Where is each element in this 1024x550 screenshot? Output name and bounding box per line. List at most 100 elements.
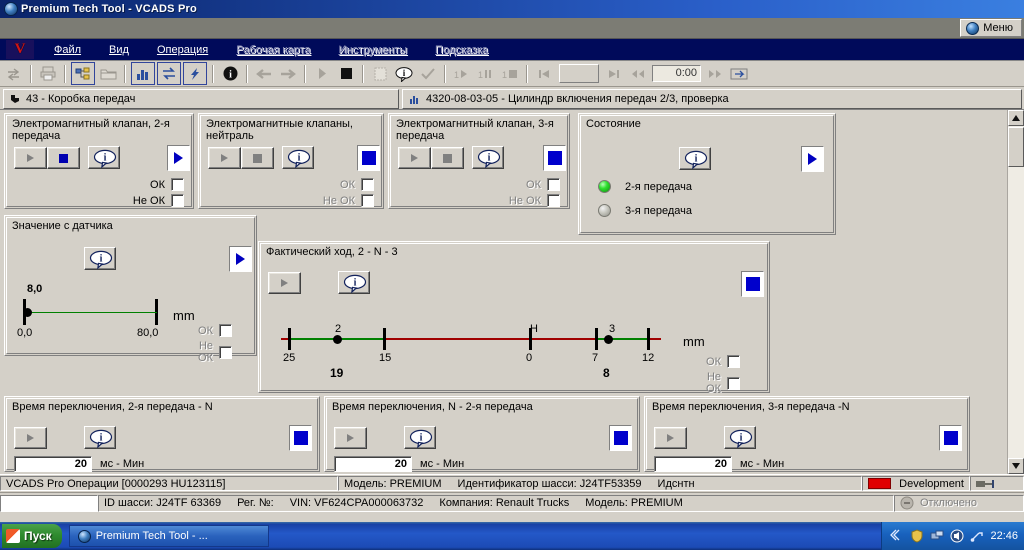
info-bubble-icon-solenoid-neutral[interactable]: i <box>282 146 314 169</box>
panel-actual-travel: Фактический ход, 2 - N - 3 i 2 H 3 25 15… <box>258 241 770 395</box>
travel-marker-right <box>604 335 613 344</box>
notok-label-solenoid-3rd: Не ОК <box>508 194 541 207</box>
notok-checkbox-solenoid-3rd[interactable] <box>547 194 560 207</box>
stop-button-solenoid-2nd[interactable] <box>47 147 80 169</box>
info-bubble-icon-switch-3-n[interactable]: i <box>724 426 756 449</box>
menu-item-file-label: Файл <box>54 43 82 56</box>
info-bubble-icon-solenoid-3rd[interactable]: i <box>472 146 504 169</box>
rewind-icon[interactable] <box>627 63 649 84</box>
fast-forward-icon[interactable] <box>704 63 726 84</box>
scroll-up-button[interactable] <box>1008 110 1024 126</box>
toolbar-separator <box>124 64 126 83</box>
folder-icon[interactable] <box>97 63 119 84</box>
value-field-switch-3-n[interactable]: 20 <box>654 456 732 472</box>
info-bubble-icon[interactable]: i <box>393 63 415 84</box>
travel-zone-label-2: 2 <box>335 323 342 335</box>
print-icon[interactable] <box>37 63 59 84</box>
run-indicator-switch-2-n[interactable] <box>289 425 312 451</box>
play-button-switch-2-n[interactable] <box>14 427 47 449</box>
ok-checkbox-solenoid-2nd[interactable] <box>171 178 184 191</box>
notok-checkbox-sensor[interactable] <box>219 345 232 359</box>
connection-label: Отключено <box>920 497 977 509</box>
travel-value-label-left: 19 <box>330 366 344 380</box>
run-indicator-solenoid-3rd[interactable] <box>543 145 566 171</box>
toolbar: i i 1 1 1 0:00 <box>0 61 1024 87</box>
play-button-switch-n-2[interactable] <box>334 427 367 449</box>
travel-tick-15 <box>383 328 386 350</box>
run-indicator-switch-3-n[interactable] <box>939 425 962 451</box>
back-arrow-icon[interactable] <box>253 63 275 84</box>
run-indicator-state[interactable] <box>801 146 824 172</box>
forward-arrow-icon[interactable] <box>277 63 299 84</box>
status-empty-field[interactable] <box>0 494 98 512</box>
step-play-icon[interactable]: 1 <box>451 63 473 84</box>
loop-icon[interactable] <box>728 63 750 84</box>
skip-end-icon[interactable] <box>603 63 625 84</box>
notok-checkbox-travel[interactable] <box>727 376 740 390</box>
play-button-solenoid-2nd[interactable] <box>14 147 47 169</box>
info-bubble-icon-state[interactable]: i <box>679 147 711 170</box>
play-icon[interactable] <box>311 63 333 84</box>
blue-square-icon <box>547 151 562 165</box>
info-bubble-icon-switch-2-n[interactable]: i <box>84 426 116 449</box>
swap-icon[interactable] <box>157 62 181 85</box>
stop-button-solenoid-neutral[interactable] <box>241 147 274 169</box>
scroll-thumb[interactable] <box>1008 127 1024 167</box>
play-button-solenoid-3rd[interactable] <box>398 147 431 169</box>
notok-checkbox-solenoid-2nd[interactable] <box>171 194 184 207</box>
stop-button-solenoid-3rd[interactable] <box>431 147 464 169</box>
skip-start-icon[interactable] <box>533 63 555 84</box>
value-field-switch-n-2[interactable]: 20 <box>334 456 412 472</box>
stop-icon[interactable] <box>335 63 357 84</box>
run-indicator-switch-n-2[interactable] <box>609 425 632 451</box>
start-button[interactable]: Пуск <box>2 524 62 548</box>
check-icon[interactable] <box>417 63 439 84</box>
ok-checkbox-solenoid-3rd[interactable] <box>547 178 560 191</box>
svg-text:1: 1 <box>454 70 459 80</box>
menu-bar: V Файл Вид Операция Рабочая карта Инстру… <box>0 39 1024 61</box>
status-model: Модель: PREMIUM <box>344 477 442 490</box>
value-field-switch-2-n[interactable]: 20 <box>14 456 92 472</box>
notok-label-travel: Не ОК <box>706 371 721 395</box>
menu-item-workcard[interactable]: Рабочая карта <box>222 43 324 57</box>
progress-slot[interactable] <box>559 64 599 83</box>
taskbar-item-premium-tech-tool[interactable]: Premium Tech Tool - ... <box>68 525 269 547</box>
step-pause-icon[interactable]: 1 <box>475 63 497 84</box>
menu-item-help[interactable]: Подсказка <box>421 43 502 57</box>
menu-item-tools[interactable]: Инструменты <box>324 43 421 57</box>
dev-label: Development <box>899 477 964 490</box>
ok-checkbox-travel[interactable] <box>727 355 740 368</box>
info-bubble-icon-solenoid-2nd[interactable]: i <box>88 146 120 169</box>
menu-item-operation[interactable]: Операция <box>143 43 222 57</box>
title-bar: Premium Tech Tool - VCADS Pro <box>0 0 1024 18</box>
menu-button[interactable]: Меню <box>960 19 1022 37</box>
lightning-icon[interactable] <box>183 62 207 85</box>
run-indicator-solenoid-2nd[interactable] <box>167 145 190 171</box>
panel-switch-time-3-n: Время переключения, 3-я передача -N i 20… <box>644 396 970 472</box>
svg-text:i: i <box>420 433 423 444</box>
transfer-icon[interactable] <box>3 63 25 84</box>
ok-checkbox-solenoid-neutral[interactable] <box>361 178 374 191</box>
bar-chart-icon[interactable] <box>131 62 155 85</box>
vertical-scrollbar[interactable] <box>1007 110 1024 474</box>
tab-gearbox[interactable]: 43 - Коробка передач <box>3 89 399 109</box>
info-icon[interactable]: i <box>219 63 241 84</box>
tab-gearbox-label: 43 - Коробка передач <box>26 93 136 105</box>
ok-row-solenoid-neutral: ОК <box>303 178 374 191</box>
chart-tree-icon[interactable] <box>71 62 95 85</box>
sensor-axis-line <box>23 312 157 313</box>
play-button-solenoid-neutral[interactable] <box>208 147 241 169</box>
ok-checkbox-sensor[interactable] <box>219 324 232 337</box>
notok-checkbox-solenoid-neutral[interactable] <box>361 194 374 207</box>
scroll-down-button[interactable] <box>1008 458 1024 474</box>
info-bubble-icon-switch-n-2[interactable]: i <box>404 426 436 449</box>
play-button-switch-3-n[interactable] <box>654 427 687 449</box>
step-stop-icon[interactable]: 1 <box>499 63 521 84</box>
menu-item-view[interactable]: Вид <box>95 43 143 57</box>
run-indicator-solenoid-neutral[interactable] <box>357 145 380 171</box>
blank-page-icon[interactable] <box>369 63 391 84</box>
notok-row-sensor: Не ОК <box>183 340 232 364</box>
ok-row-sensor: ОК <box>183 324 232 337</box>
menu-item-file[interactable]: Файл <box>40 43 95 57</box>
tab-cylinder-test[interactable]: 4320-08-03-05 - Цилиндр включения переда… <box>402 89 1022 109</box>
